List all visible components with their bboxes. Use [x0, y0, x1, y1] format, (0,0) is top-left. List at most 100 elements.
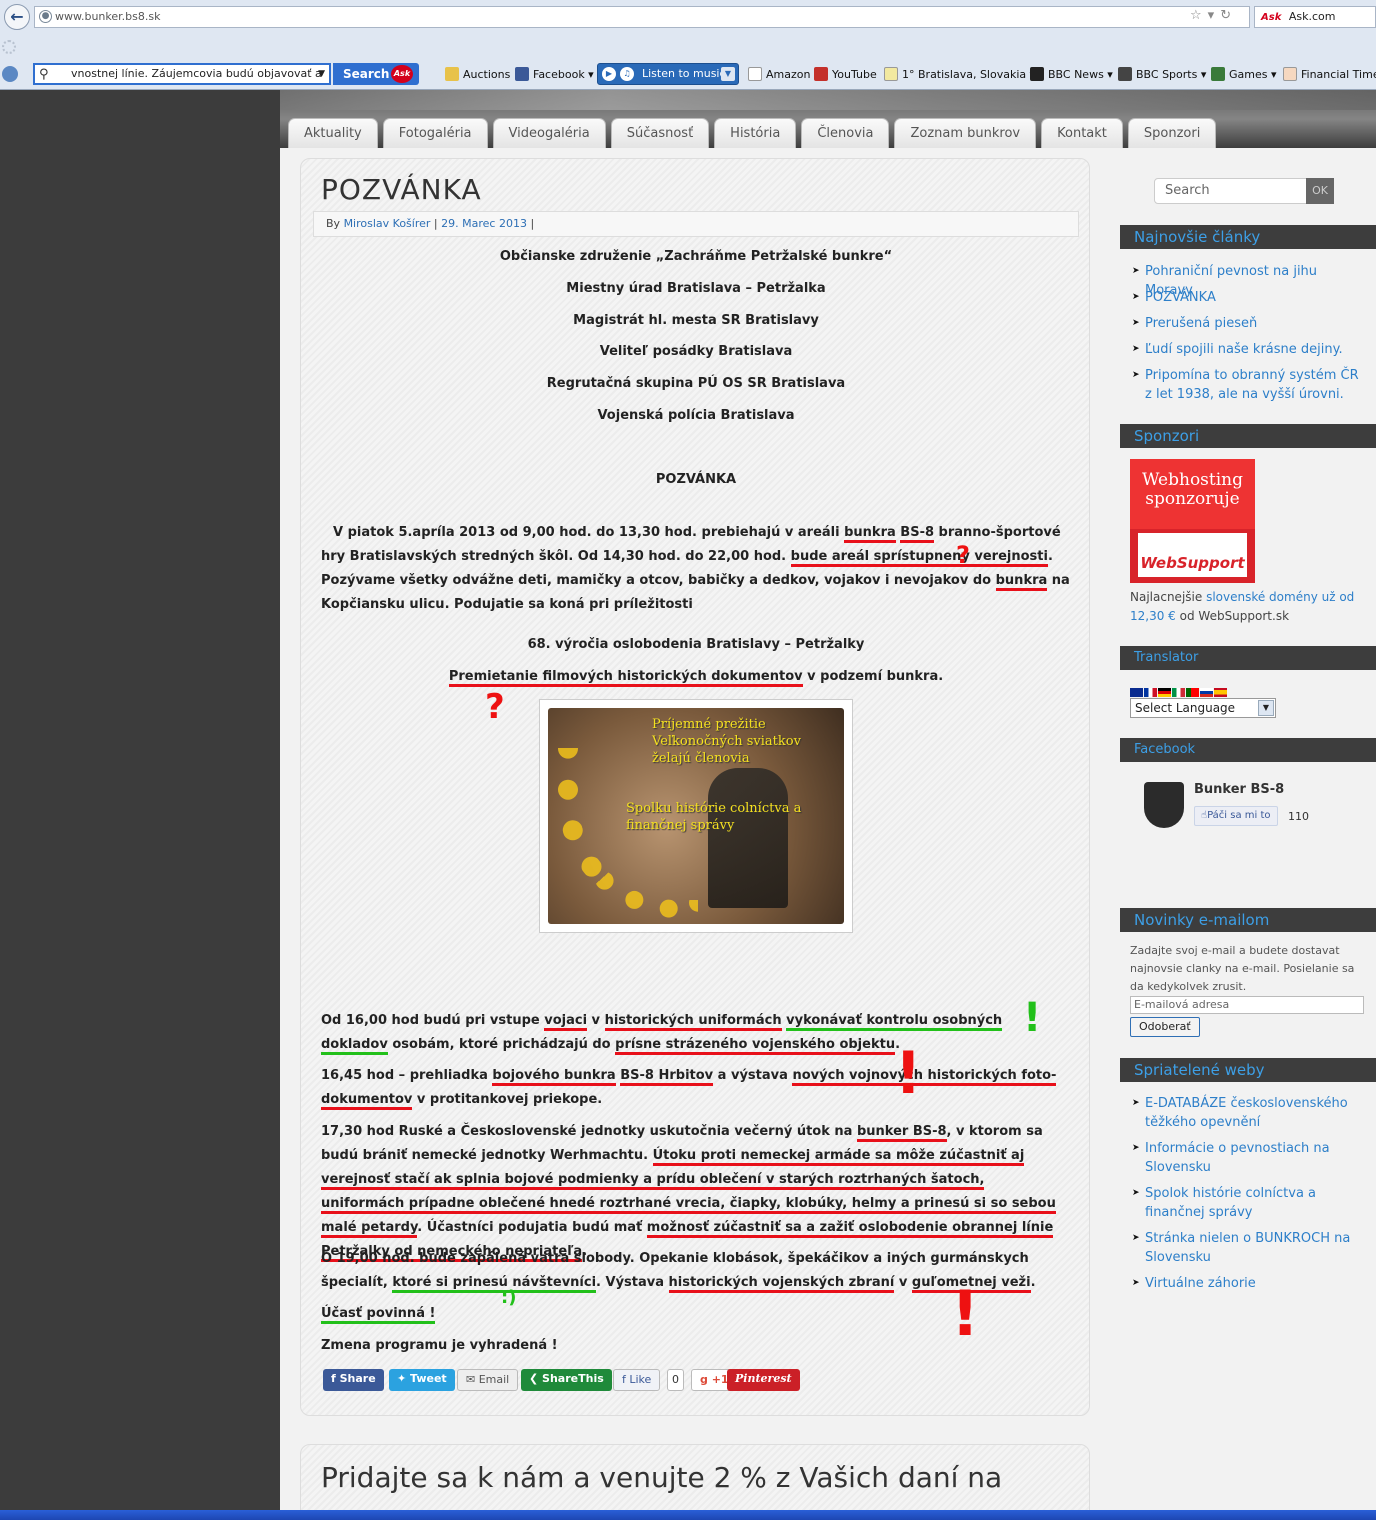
program-change-line: Zmena programu je vyhradená ! [321, 1338, 558, 1353]
flag-uk-icon[interactable] [1130, 688, 1143, 697]
mandatory-line: Účasť povinná ! [321, 1302, 1071, 1326]
tab-aktuality[interactable]: Aktuality [288, 118, 378, 148]
back-button[interactable]: ← [4, 4, 30, 30]
flag-it-icon[interactable] [1172, 688, 1185, 697]
address-bar[interactable]: ● www.bunker.bs8.sk [34, 6, 1250, 28]
widget-title-latest: Najnovšie články [1120, 225, 1376, 249]
sharethis-button[interactable]: ❮ ShareThis [521, 1369, 612, 1391]
websupport-banner[interactable]: Webhosting sponzoruje WebSupport [1130, 459, 1255, 583]
annotation-question-mark: ? [485, 687, 505, 727]
ask-search-box[interactable]: Ask Ask.com [1254, 6, 1376, 28]
bookmark-facebook[interactable]: Facebook ▾ [515, 67, 594, 81]
reload-icon[interactable]: ↻ [1220, 8, 1237, 23]
facebook-share-button[interactable]: f Share [323, 1369, 384, 1391]
arrow-icon: ➤ [1132, 1098, 1140, 1108]
facebook-like-count: 110 [1288, 810, 1309, 823]
dropdown-arrow-icon[interactable]: ▾ [1208, 8, 1221, 23]
bookmark-auctions[interactable]: Auctions [445, 67, 510, 81]
ft-icon [1283, 67, 1297, 81]
bookmark-weather[interactable]: 1° Bratislava, Slovakia ▾ [884, 67, 1035, 81]
bookmark-youtube[interactable]: YouTube [814, 67, 877, 81]
address-row: ← ● www.bunker.bs8.sk ☆▾↻ Ask Ask.com [0, 0, 1376, 34]
mail-icon: ✉ [466, 1373, 479, 1386]
article-meta: By Miroslav Košírer | 29. Marec 2013 | [313, 211, 1079, 237]
org-line: Miestny úrad Bratislava – Petržalka [566, 281, 826, 296]
bookmark-games[interactable]: Games ▾ [1211, 67, 1277, 81]
flag-es-icon[interactable] [1214, 688, 1227, 697]
tab-sucasnost[interactable]: Súčasnosť [610, 118, 710, 148]
sports-icon [1118, 67, 1132, 81]
sidebar-search-input[interactable]: Search [1154, 178, 1308, 204]
email-input[interactable]: E-mailová adresa [1130, 996, 1364, 1014]
latest-item[interactable]: ➤ POZVÁNKA [1132, 288, 1368, 307]
tab-videogaleria[interactable]: Videogaléria [492, 118, 606, 148]
star-icon[interactable]: ☆ [1190, 8, 1208, 23]
header-banner: Aktuality Fotogaléria Videogaléria Súčasnos… [280, 90, 1376, 148]
subscribe-button[interactable]: Odoberať [1130, 1017, 1200, 1037]
ask-label: Ask.com [1288, 10, 1336, 23]
facebook-page-name[interactable]: Bunker BS-8 [1194, 782, 1284, 797]
tab-clenovia[interactable]: Členovia [801, 118, 890, 148]
chevron-down-icon[interactable]: ▼ [721, 67, 735, 81]
tab-fotogaleria[interactable]: Fotogaléria [382, 118, 488, 148]
arrow-icon: ➤ [1132, 266, 1140, 276]
paragraph-program: V piatok 5.apríla 2013 od 9,00 hod. do 1… [321, 525, 1070, 612]
friend-link[interactable]: ➤ Stránka nielen o BUNKROCH na Slovensku [1132, 1229, 1368, 1267]
friend-link[interactable]: ➤ Virtuálne záhorie [1132, 1274, 1368, 1293]
listen-to-music-widget[interactable]: ▶ ♫ Listen to music ▼ [597, 63, 739, 85]
author-link[interactable]: Miroslav Košírer [344, 217, 431, 230]
pinterest-button[interactable]: Pinterest [727, 1369, 800, 1391]
date-link[interactable]: 29. Marec 2013 [441, 217, 527, 230]
volume-icon[interactable]: ♫ [620, 67, 634, 81]
newsletter-text: Zadajte svoj e-mail a budete dostavat na… [1130, 944, 1355, 993]
invitation-heading: POZVÁNKA [655, 472, 737, 487]
customs-officers-figures [708, 768, 788, 908]
toolbar-search-input[interactable]: ⚲ vnostnej línie. Záujemcovia budú objav… [33, 63, 331, 85]
tab-historia[interactable]: História [714, 118, 797, 148]
widget-title-newsletter: Novinky e-mailom [1120, 908, 1376, 932]
friend-link[interactable]: ➤ Spolok histórie colníctva a finančnej s… [1132, 1184, 1368, 1222]
tab-sponzori[interactable]: Sponzori [1127, 118, 1217, 148]
facebook-icon: f [331, 1372, 340, 1385]
tweet-button[interactable]: ✦ Tweet [389, 1369, 455, 1391]
arrow-icon: ➤ [1132, 344, 1140, 354]
email-share-button[interactable]: ✉ Email [457, 1369, 519, 1391]
latest-item[interactable]: ➤ Prerušená pieseň [1132, 314, 1368, 333]
chevron-down-icon[interactable]: ▼ [318, 65, 325, 83]
play-icon[interactable]: ▶ [602, 67, 616, 81]
flag-ru-icon[interactable] [1200, 688, 1213, 697]
bbc-icon [1030, 67, 1044, 81]
bookmark-amazon[interactable]: Amazon [748, 67, 810, 81]
banner-photo [280, 90, 1376, 110]
arrow-icon: ➤ [1132, 1233, 1140, 1243]
anniversary-line: 68. výročia oslobodenia Bratislavy – Pet… [527, 637, 865, 652]
latest-item[interactable]: ➤ Pripomína to obranný systém ČR z let 19… [1132, 366, 1368, 404]
facebook-like-button[interactable]: f Like [613, 1369, 661, 1391]
friend-link[interactable]: ➤ Informácie o pevnostiach na Slovensku [1132, 1139, 1368, 1177]
tab-kontakt[interactable]: Kontakt [1041, 118, 1123, 148]
bunker-logo[interactable] [1144, 782, 1184, 828]
toolbar-menu-icon[interactable] [2, 66, 18, 82]
flag-de-icon[interactable] [1158, 688, 1171, 697]
easter-photo: Príjemné prežitie Veľkonočných sviatkov … [548, 708, 844, 924]
flag-pt-icon[interactable] [1186, 688, 1199, 697]
arrow-icon: ➤ [1132, 1143, 1140, 1153]
latest-item[interactable]: ➤ Ľudí spojili naše krásne dejiny. [1132, 340, 1368, 359]
toolbar-search-button[interactable]: Search Ask [333, 63, 419, 85]
bookmark-bbc-news[interactable]: BBC News ▾ [1030, 67, 1113, 81]
friend-link[interactable]: ➤ E-DATABÁZE československého těžkého ope… [1132, 1094, 1368, 1132]
youtube-icon [814, 67, 828, 81]
bookmark-financial-times[interactable]: Financial Times [1283, 67, 1376, 81]
language-select[interactable]: Select Language ▼ [1130, 698, 1276, 718]
tab-zoznam-bunkrov[interactable]: Zoznam bunkrov [894, 118, 1037, 148]
widget-title-friends: Spriatelené weby [1120, 1058, 1376, 1082]
games-icon [1211, 67, 1225, 81]
address-bar-icons[interactable]: ☆▾↻ [1190, 8, 1237, 23]
facebook-like-button[interactable]: ☝Páči sa mi to [1194, 806, 1278, 826]
chevron-down-icon: ▼ [1258, 700, 1274, 716]
search-ok-button[interactable]: OK [1306, 178, 1334, 204]
bookmark-bbc-sports[interactable]: BBC Sports ▾ [1118, 67, 1206, 81]
arrow-icon: ➤ [1132, 318, 1140, 328]
flag-fr-icon[interactable] [1144, 688, 1157, 697]
arrow-icon: ➤ [1132, 1278, 1140, 1288]
